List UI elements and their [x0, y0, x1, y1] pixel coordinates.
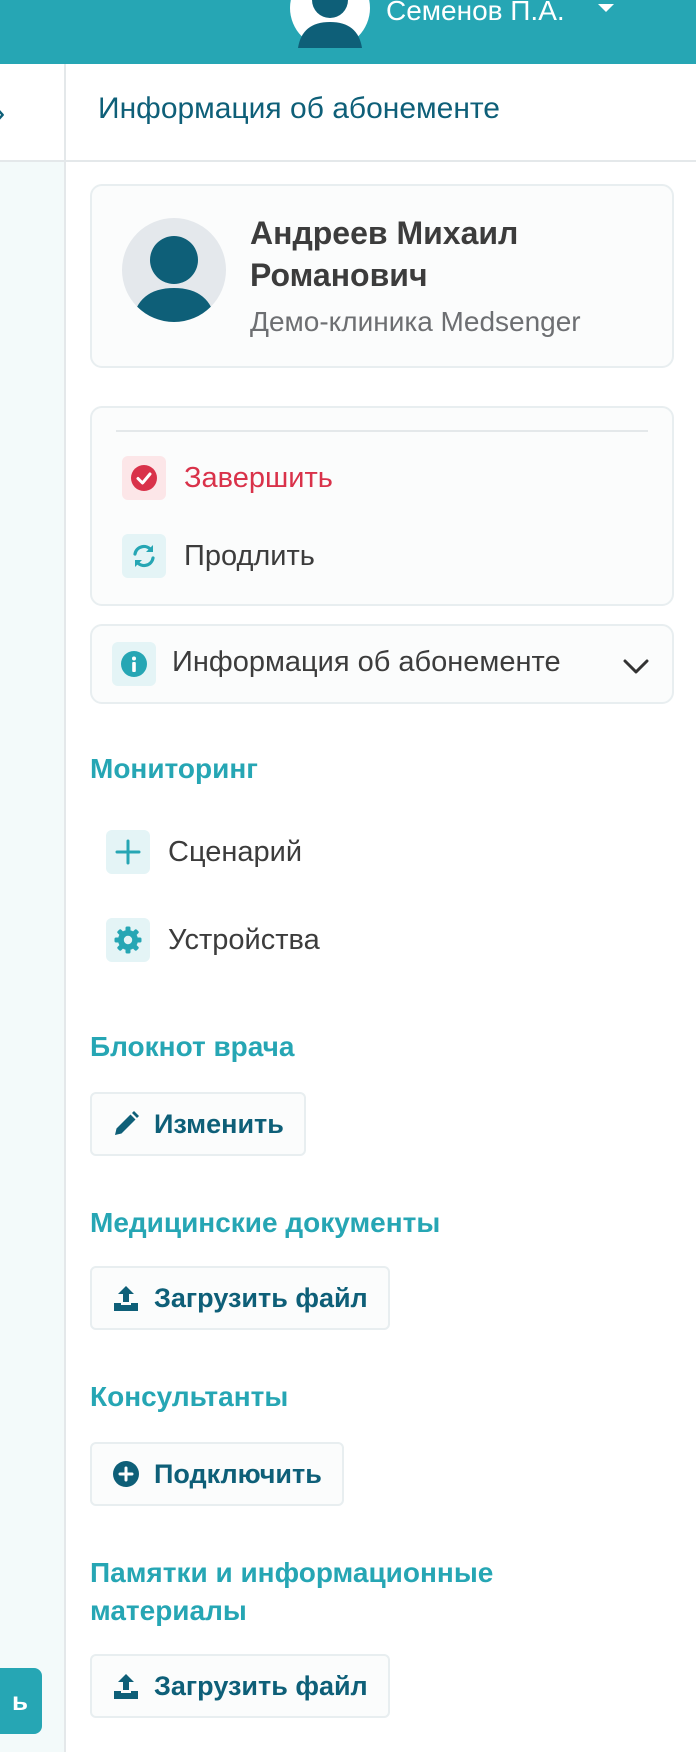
- upload-medical-doc-button[interactable]: Загрузить файл: [90, 1266, 390, 1330]
- monitoring-section-title: Мониторинг: [90, 753, 258, 784]
- upload-materials-label: Загрузить файл: [154, 1670, 368, 1701]
- patient-clinic: Демо-клиника Medsenger: [250, 306, 581, 337]
- actions-card: Завершить Продлить: [90, 406, 674, 606]
- user-name[interactable]: Семенов П.А.: [386, 0, 565, 28]
- chevron-down-icon[interactable]: [622, 652, 650, 680]
- panel-header: Информация об абонементе: [66, 64, 696, 162]
- scenario-button[interactable]: Сценарий: [106, 830, 302, 874]
- subscription-info-accordion[interactable]: Информация об абонементе: [90, 624, 674, 704]
- renew-button[interactable]: Продлить: [122, 534, 315, 578]
- notebook-section-title: Блокнот врача: [90, 1031, 295, 1062]
- plus-circle-icon: [112, 1460, 140, 1488]
- actions-separator: [116, 430, 648, 432]
- check-circle-icon: [122, 456, 166, 500]
- chevron-right-icon[interactable]: ›: [0, 96, 5, 130]
- sidebar-action-button-label: ь: [12, 1685, 28, 1716]
- user-menu-caret-icon[interactable]: [598, 4, 614, 12]
- finish-button[interactable]: Завершить: [122, 456, 333, 500]
- edit-notebook-button[interactable]: Изменить: [90, 1092, 306, 1156]
- patient-card: Андреев Михаил Романович Демо-клиника Me…: [90, 184, 674, 368]
- panel-divider: [64, 64, 66, 1752]
- upload-icon: [112, 1672, 140, 1700]
- subscription-info-label: Информация об абонементе: [172, 646, 561, 678]
- connect-consultant-button[interactable]: Подключить: [90, 1442, 344, 1506]
- edit-label: Изменить: [154, 1108, 284, 1139]
- refresh-icon: [122, 534, 166, 578]
- devices-button[interactable]: Устройства: [106, 918, 320, 962]
- patient-avatar: [122, 218, 226, 322]
- gear-icon: [106, 918, 150, 962]
- devices-label: Устройства: [168, 923, 320, 956]
- materials-section-title: Памятки и информационные материалы: [90, 1557, 494, 1626]
- left-sidebar: [0, 64, 64, 1752]
- info-icon: [112, 642, 156, 686]
- renew-label: Продлить: [184, 539, 315, 572]
- patient-name: Андреев Михаил Романович: [250, 215, 519, 293]
- pencil-icon: [112, 1110, 140, 1138]
- top-bar: Семенов П.А.: [0, 0, 696, 64]
- left-sidebar-header: [0, 64, 64, 162]
- finish-label: Завершить: [184, 461, 333, 494]
- upload-materials-button[interactable]: Загрузить файл: [90, 1654, 390, 1718]
- page-title: Информация об абонементе: [98, 92, 500, 125]
- medical-docs-section-title: Медицинские документы: [90, 1207, 441, 1238]
- consultants-section-title: Консультанты: [90, 1381, 289, 1412]
- upload-medical-doc-label: Загрузить файл: [154, 1282, 368, 1313]
- connect-label: Подключить: [154, 1458, 322, 1489]
- scenario-label: Сценарий: [168, 835, 303, 868]
- sidebar-action-button[interactable]: ь: [0, 1668, 42, 1734]
- upload-icon: [112, 1284, 140, 1312]
- user-avatar[interactable]: [290, 0, 370, 48]
- plus-icon: [106, 830, 150, 874]
